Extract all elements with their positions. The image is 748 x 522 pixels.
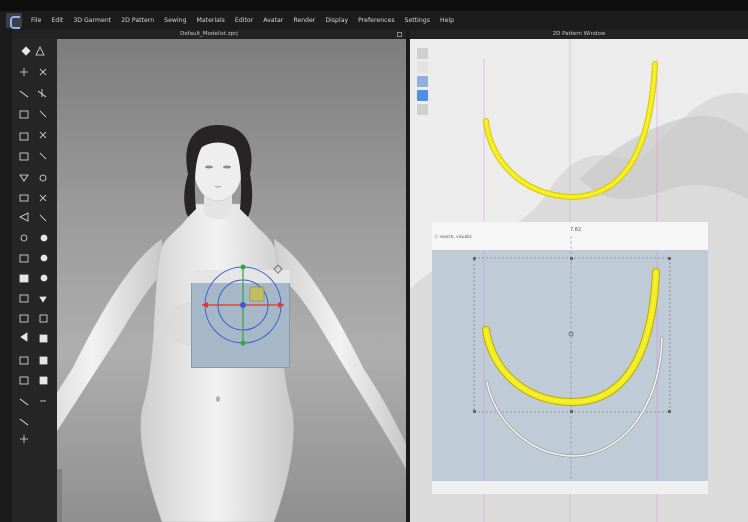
bounding-box [473,257,671,413]
application-window: File Edit 3D Garment 2D Pattern Sewing M… [0,0,748,522]
pattern-zoom-drawing[interactable] [0,0,748,522]
